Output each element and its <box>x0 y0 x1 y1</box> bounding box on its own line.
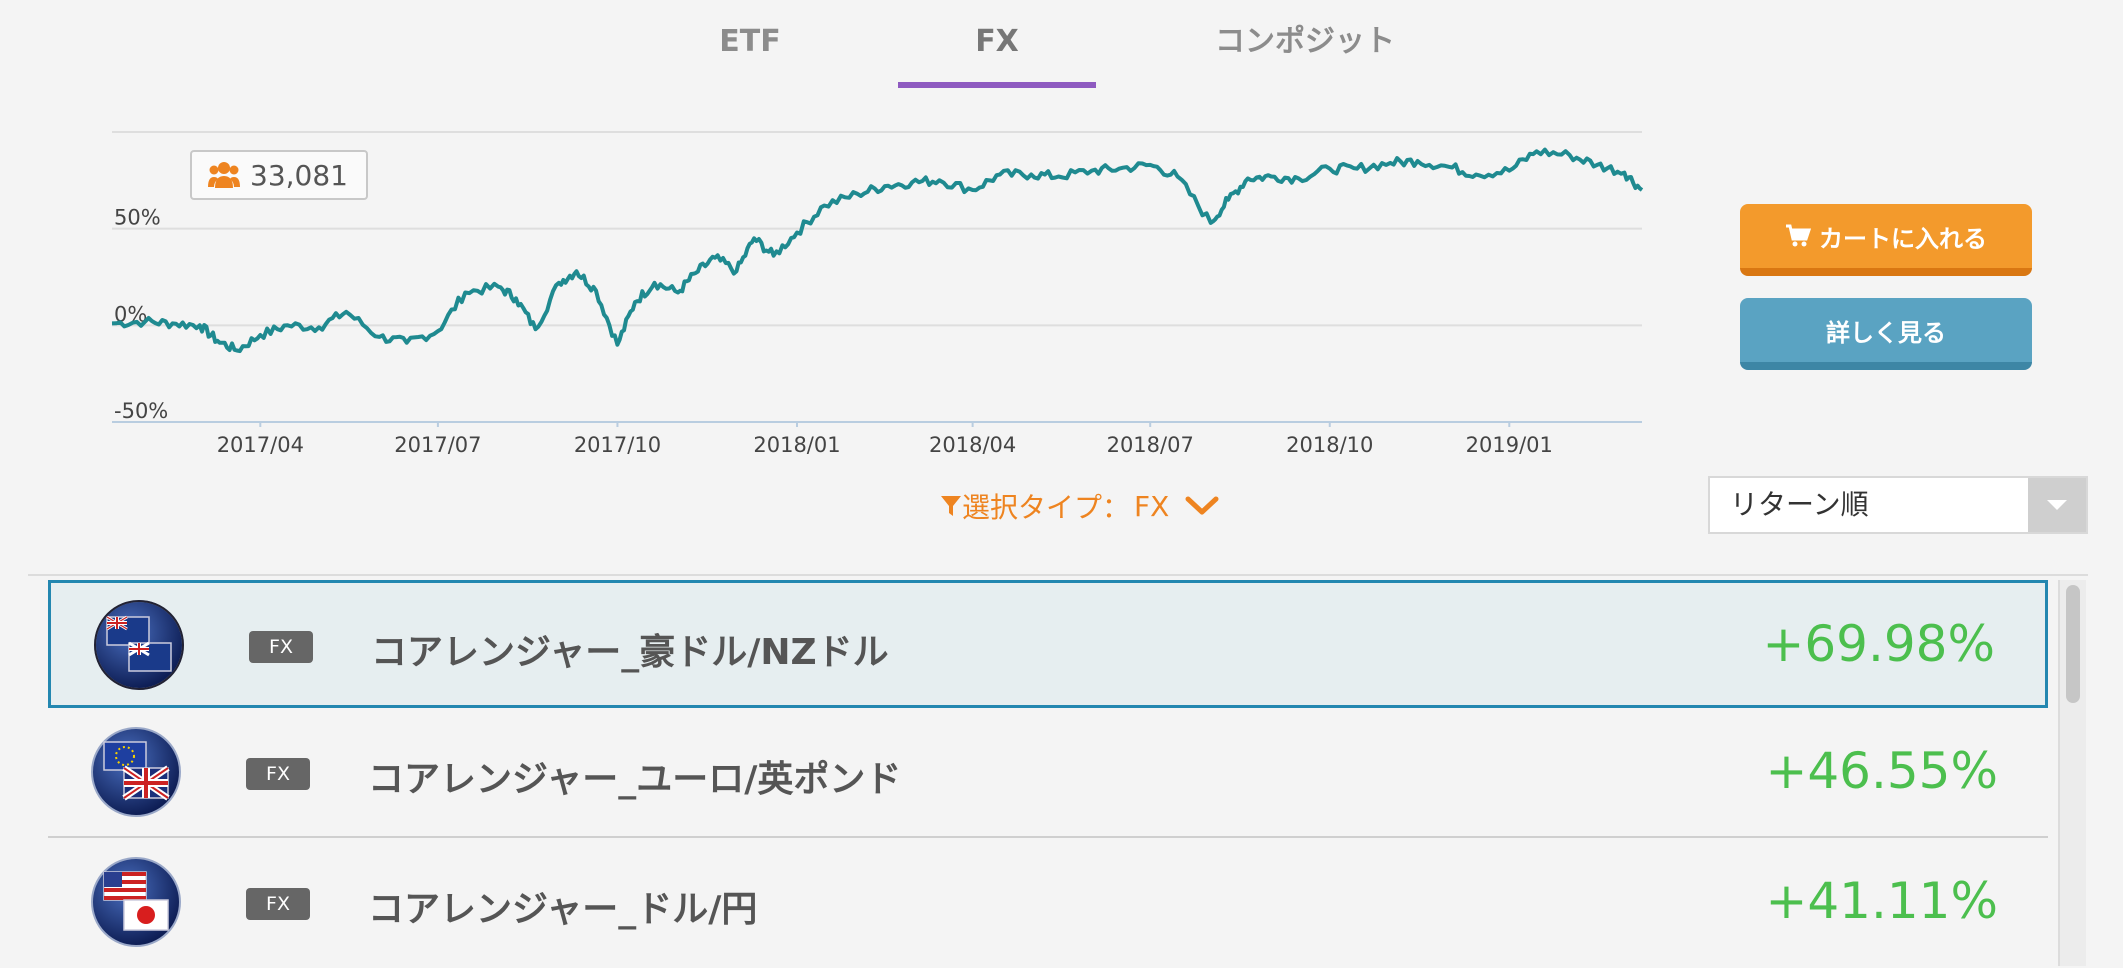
sort-selected-value: リターン順 <box>1730 488 1869 521</box>
active-tab-indicator <box>898 82 1096 88</box>
return-value: +46.55% <box>1765 742 1998 800</box>
x-tick-label: 2017/10 <box>574 433 661 457</box>
type-badge: FX <box>246 758 310 790</box>
view-details-label: 詳しく見る <box>1826 318 1946 347</box>
list-item[interactable]: FX コアレンジャー_豪ドル/NZドル +69.98% <box>48 580 2048 708</box>
add-to-cart-label: カートに入れる <box>1819 224 1987 253</box>
x-tick-label: 2017/07 <box>394 433 481 457</box>
list-top-divider <box>28 574 2088 576</box>
return-value: +41.11% <box>1765 872 1998 930</box>
cart-icon <box>1786 224 1811 247</box>
tab-fx[interactable]: FX <box>898 20 1096 64</box>
sort-dropdown-toggle[interactable] <box>2028 478 2086 532</box>
users-icon <box>208 162 240 188</box>
tab-composite[interactable]: コンポジット <box>1180 20 1430 64</box>
type-badge: FX <box>246 888 310 920</box>
user-count-badge: 33,081 <box>190 150 368 200</box>
tab-etf[interactable]: ETF <box>690 20 810 64</box>
tab-bar: ETF FX コンポジット <box>0 0 2123 90</box>
list-item[interactable]: FX コアレンジャー_ユーロ/英ポンド +46.55% <box>48 710 2048 838</box>
chevron-down-icon <box>1185 496 1219 515</box>
return-value: +69.98% <box>1762 615 1995 673</box>
list-scrollbar-thumb[interactable] <box>2066 585 2080 703</box>
filter-label: 選択タイプ： <box>962 491 1131 524</box>
add-to-cart-button[interactable]: カートに入れる <box>1740 204 2032 276</box>
sort-select[interactable]: リターン順 <box>1708 476 2088 534</box>
usd-jpy-flag-icon <box>91 857 181 947</box>
user-count-value: 33,081 <box>250 158 348 192</box>
type-badge: FX <box>249 631 313 663</box>
view-details-button[interactable]: 詳しく見る <box>1740 298 2032 370</box>
x-tick-label: 2018/01 <box>753 433 840 457</box>
filter-value: FX <box>1134 489 1170 523</box>
strategy-name: コアレンジャー_ユーロ/英ポンド <box>368 759 902 800</box>
aud-nzd-flag-icon <box>94 600 184 690</box>
x-tick-label: 2018/04 <box>929 433 1016 457</box>
strategy-name: コアレンジャー_豪ドル/NZドル <box>371 632 889 673</box>
caret-down-icon <box>2047 500 2067 510</box>
x-tick-label: 2019/01 <box>1466 433 1553 457</box>
x-tick-label: 2018/07 <box>1107 433 1194 457</box>
x-tick-label: 2017/04 <box>217 433 304 457</box>
strategy-name: コアレンジャー_ドル/円 <box>368 889 758 930</box>
y-tick-label: 50% <box>114 206 161 230</box>
row-divider <box>48 836 2048 838</box>
filter-icon <box>941 496 961 516</box>
x-tick-label: 2018/10 <box>1286 433 1373 457</box>
type-filter[interactable]: 選択タイプ： FX <box>940 486 1219 526</box>
y-tick-label: -50% <box>114 399 168 423</box>
list-item[interactable]: FX コアレンジャー_ドル/円 +41.11% <box>48 840 2048 968</box>
eur-gbp-flag-icon <box>91 727 181 817</box>
